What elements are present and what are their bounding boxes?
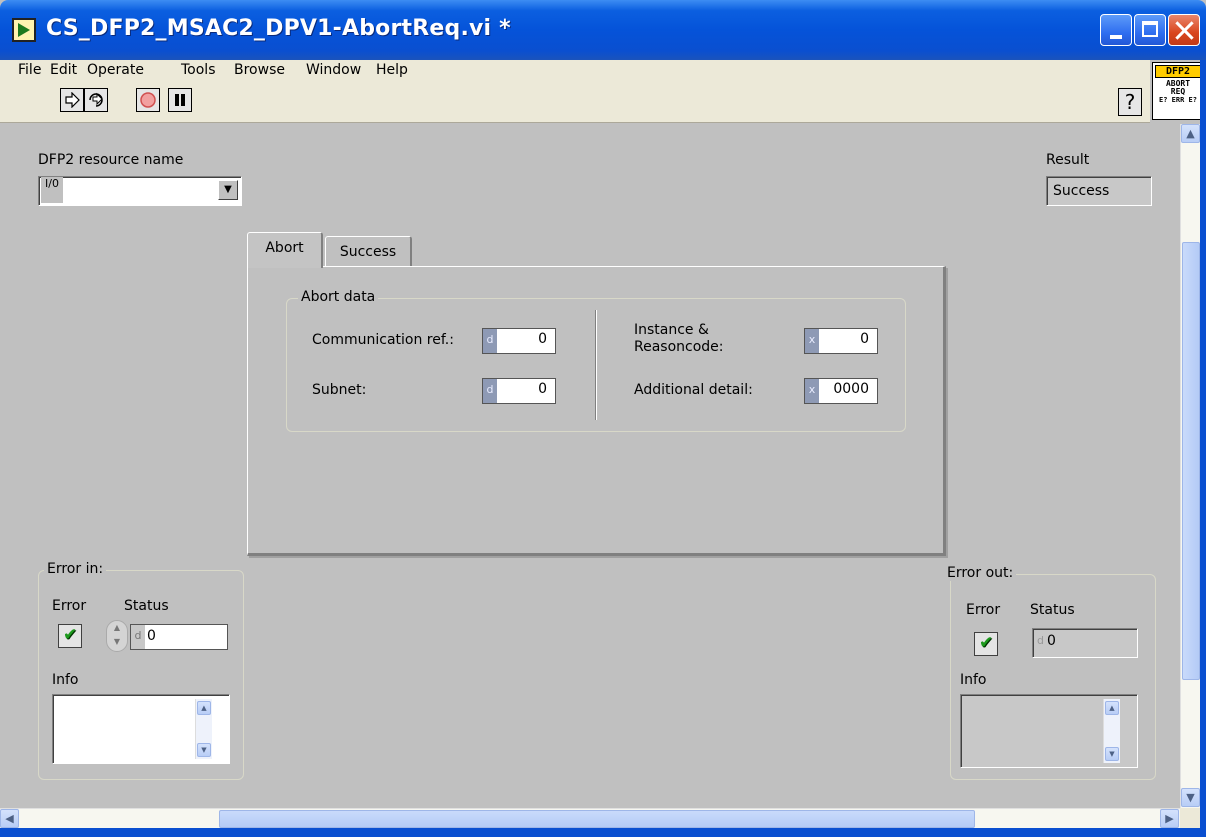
- error-in-info-field[interactable]: ▲ ▼: [52, 694, 230, 764]
- instance-reasoncode-value: 0: [860, 331, 869, 347]
- radix-d-icon: d: [483, 329, 497, 353]
- result-value: Success: [1053, 183, 1110, 199]
- toolbar: [0, 84, 1150, 123]
- vertical-scroll-thumb[interactable]: [1182, 242, 1200, 680]
- horizontal-scrollbar[interactable]: ◀ ▶: [0, 808, 1180, 828]
- error-in-label: Error in:: [44, 561, 107, 577]
- maximize-button[interactable]: [1134, 14, 1166, 46]
- menu-operate[interactable]: Operate: [87, 62, 144, 78]
- vi-icon-line: E? ERR E?: [1159, 96, 1197, 104]
- subnet-value: 0: [538, 381, 547, 397]
- error-in-status-field[interactable]: d 0: [130, 624, 228, 650]
- horizontal-scroll-thumb[interactable]: [219, 810, 975, 828]
- instance-reasoncode-label: Instance & Reasoncode:: [634, 322, 724, 356]
- scroll-left-icon[interactable]: ◀: [0, 809, 19, 828]
- menu-help[interactable]: Help: [376, 62, 408, 78]
- error-out-info-indicator: ▲ ▼: [960, 694, 1138, 768]
- title-bar[interactable]: CS_DFP2_MSAC2_DPV1-AbortReq.vi *: [0, 0, 1206, 60]
- radix-x-icon: x: [805, 379, 819, 403]
- error-out-info-label: Info: [960, 672, 987, 688]
- tab-success[interactable]: Success: [325, 236, 412, 270]
- radix-d-icon: d: [483, 379, 497, 403]
- vi-connector-icon[interactable]: DFP2 ABORT REQ E? ERR E?: [1152, 62, 1204, 120]
- close-button[interactable]: [1168, 14, 1200, 46]
- menu-tools[interactable]: Tools: [181, 62, 216, 78]
- group-divider: [595, 310, 597, 420]
- labview-vi-window: CS_DFP2_MSAC2_DPV1-AbortReq.vi * File Ed…: [0, 0, 1206, 837]
- pause-icon[interactable]: [168, 88, 192, 112]
- additional-detail-value: 0000: [833, 381, 869, 397]
- status-stepper-icon[interactable]: ▲ ▼: [106, 620, 128, 652]
- menu-bar: File Edit Operate Tools Browse Window He…: [0, 60, 1150, 84]
- error-in-status-label: Status: [124, 598, 169, 614]
- abort-stop-icon[interactable]: [136, 88, 160, 112]
- subnet-label: Subnet:: [312, 382, 367, 398]
- dropdown-arrow-icon[interactable]: ▼: [218, 180, 238, 200]
- minimize-button[interactable]: [1100, 14, 1132, 46]
- radix-d-icon: d: [1037, 634, 1044, 647]
- error-out-error-label: Error: [966, 602, 1001, 618]
- additional-detail-field[interactable]: x 0000: [804, 378, 878, 404]
- scroll-right-icon[interactable]: ▶: [1160, 809, 1179, 828]
- io-glyph-icon: I/0: [41, 177, 63, 203]
- radix-d-icon: d: [131, 625, 145, 649]
- resource-name-label: DFP2 resource name: [38, 152, 184, 168]
- tab-abort[interactable]: Abort: [247, 232, 323, 268]
- error-out-info-scrollbar[interactable]: ▲ ▼: [1103, 699, 1120, 763]
- menu-browse[interactable]: Browse: [234, 62, 285, 78]
- error-out-label: Error out:: [944, 565, 1017, 581]
- error-in-status-value: 0: [147, 628, 156, 644]
- resize-grip-icon[interactable]: [1180, 808, 1200, 828]
- menu-file[interactable]: File: [18, 62, 41, 78]
- window-border: [1200, 60, 1206, 837]
- error-in-checkbox[interactable]: [58, 624, 82, 648]
- vi-icon-line: REQ: [1170, 87, 1186, 96]
- vi-icon-title: DFP2: [1155, 65, 1201, 78]
- window-title: CS_DFP2_MSAC2_DPV1-AbortReq.vi *: [46, 16, 511, 41]
- window-border: [0, 828, 1206, 837]
- error-in-info-label: Info: [52, 672, 79, 688]
- abort-data-label: Abort data: [298, 289, 379, 305]
- scroll-down-icon[interactable]: ▼: [197, 743, 211, 757]
- result-label: Result: [1046, 152, 1090, 168]
- vertical-scrollbar[interactable]: ▲ ▼: [1180, 124, 1200, 808]
- error-out-status-label: Status: [1030, 602, 1075, 618]
- scroll-down-icon[interactable]: ▼: [1105, 747, 1119, 761]
- communication-ref-field[interactable]: d 0: [482, 328, 556, 354]
- menu-window[interactable]: Window: [306, 62, 361, 78]
- resource-name-combo[interactable]: I/0 ▼: [38, 176, 242, 206]
- subnet-field[interactable]: d 0: [482, 378, 556, 404]
- instance-reasoncode-label-line1: Instance &: [634, 322, 709, 338]
- error-in-info-scrollbar[interactable]: ▲ ▼: [195, 699, 212, 759]
- error-in-error-label: Error: [52, 598, 87, 614]
- instance-reasoncode-field[interactable]: x 0: [804, 328, 878, 354]
- menu-edit[interactable]: Edit: [50, 62, 77, 78]
- scroll-down-icon[interactable]: ▼: [1181, 788, 1200, 807]
- instance-reasoncode-label-line2: Reasoncode:: [634, 339, 724, 355]
- context-help-button[interactable]: ?: [1118, 88, 1142, 116]
- run-arrow-icon[interactable]: [60, 88, 84, 112]
- communication-ref-label: Communication ref.:: [312, 332, 454, 348]
- error-out-status-indicator: d 0: [1032, 628, 1138, 658]
- result-indicator: Success: [1046, 176, 1152, 206]
- labview-app-icon[interactable]: [12, 18, 36, 42]
- run-continuously-icon[interactable]: [84, 88, 108, 112]
- scroll-up-icon[interactable]: ▲: [1181, 124, 1200, 143]
- error-out-checkbox-indicator: [974, 632, 998, 656]
- additional-detail-label: Additional detail:: [634, 382, 753, 398]
- scroll-up-icon[interactable]: ▲: [1105, 701, 1119, 715]
- radix-x-icon: x: [805, 329, 819, 353]
- communication-ref-value: 0: [538, 331, 547, 347]
- error-out-status-value: 0: [1047, 633, 1056, 649]
- scroll-up-icon[interactable]: ▲: [197, 701, 211, 715]
